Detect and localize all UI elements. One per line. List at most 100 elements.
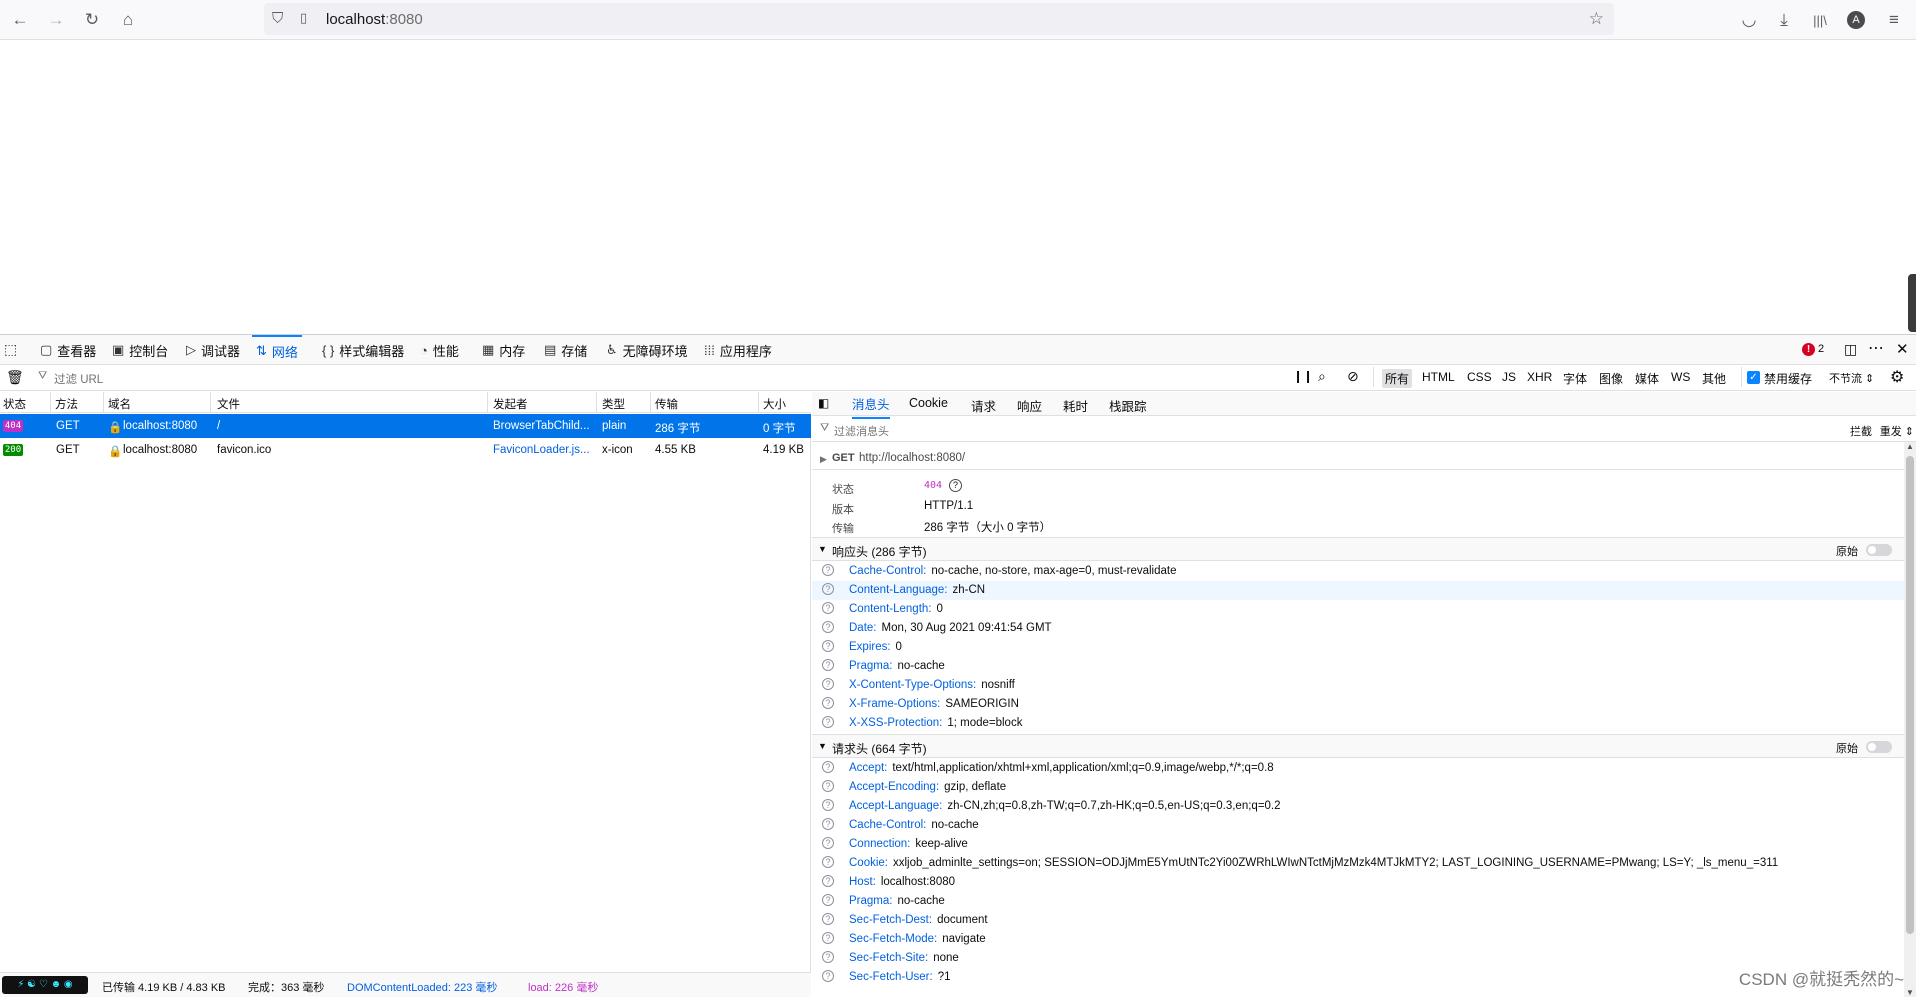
header-value[interactable]: no-cache (897, 895, 944, 907)
column-divider[interactable] (487, 392, 488, 413)
tab-network[interactable]: ⇅ 网络 (252, 335, 302, 365)
header-value[interactable]: no-cache, no-store, max-age=0, must-reva… (931, 565, 1176, 577)
column-type[interactable]: 类型 (602, 396, 625, 412)
page-info-icon[interactable]: ▯ (300, 10, 307, 26)
column-size[interactable]: 大小 (763, 396, 786, 412)
header-row[interactable]: ? Accept: text/html,application/xhtml+xml,… (812, 759, 1904, 778)
help-icon[interactable]: ? (822, 970, 834, 982)
header-row[interactable]: ? Accept-Language: zh-CN,zh;q=0.8,zh-TW;q=… (812, 797, 1904, 816)
forward-arrow-icon[interactable]: → (44, 8, 68, 32)
disable-cache-checkbox[interactable]: ✓ (1747, 371, 1760, 384)
type-filter-images[interactable]: 图像 (1599, 370, 1623, 387)
column-divider[interactable] (596, 392, 597, 413)
header-value[interactable]: gzip, deflate (944, 781, 1006, 793)
header-row[interactable]: ? Content-Length: 0 (812, 600, 1904, 619)
more-icon[interactable]: ⋯ (1868, 338, 1884, 358)
column-domain[interactable]: 域名 (108, 396, 131, 412)
header-row[interactable]: ? Pragma: no-cache (812, 657, 1904, 676)
column-initiator[interactable]: 发起者 (493, 396, 528, 412)
header-value[interactable]: nosniff (981, 679, 1015, 691)
scrollbar-thumb[interactable] (1906, 456, 1914, 934)
column-divider[interactable] (758, 392, 759, 413)
header-row[interactable]: ? Host: localhost:8080 (812, 873, 1904, 892)
help-icon[interactable]: ? (822, 932, 834, 944)
header-row[interactable]: ? Cookie: xxljob_adminlte_settings=on; SES… (812, 854, 1904, 873)
home-icon[interactable]: ⌂ (116, 8, 140, 32)
menu-icon[interactable]: ≡ (1882, 8, 1906, 32)
header-value[interactable]: document (937, 914, 988, 926)
help-icon[interactable]: ? (822, 659, 834, 671)
reload-icon[interactable]: ↻ (80, 8, 104, 32)
details-scrollbar[interactable]: ▲ ▼ (1904, 442, 1916, 997)
header-row[interactable]: ? X-XSS-Protection: 1; mode=block (812, 714, 1904, 733)
tab-performance[interactable]: ◔ 性能 (416, 335, 463, 365)
tab-stack-trace[interactable]: 栈跟踪 (1109, 396, 1147, 415)
header-row[interactable]: ? X-Content-Type-Options: nosniff (812, 676, 1904, 695)
help-icon[interactable]: ? (822, 583, 834, 595)
url-bar[interactable]: ⛉ ▯ localhost:8080 ☆ (264, 3, 1614, 35)
raw-toggle[interactable] (1866, 544, 1892, 556)
column-divider[interactable] (650, 392, 651, 413)
url-filter-input[interactable]: 过滤 URL (54, 371, 103, 387)
header-row[interactable]: ? Pragma: no-cache (812, 892, 1904, 911)
column-divider[interactable] (50, 392, 51, 413)
throttle-select[interactable]: 不节流 ⇕ (1829, 370, 1874, 386)
gear-icon[interactable]: ⚙ (1890, 367, 1904, 387)
type-filter-xhr[interactable]: XHR (1527, 370, 1552, 384)
download-icon[interactable]: ⤓ (1772, 8, 1796, 32)
header-value[interactable]: xxljob_adminlte_settings=on; SESSION=ODJ… (893, 857, 1778, 869)
collapse-arrow-icon[interactable]: ▼ (818, 741, 827, 751)
header-row[interactable]: ? Cache-Control: no-cache (812, 816, 1904, 835)
toggle-sidebar-icon[interactable]: ◧ (818, 396, 829, 410)
trash-icon[interactable]: 🗑 (6, 369, 24, 386)
tab-accessibility[interactable]: ♿ 无障碍环境 (602, 335, 692, 365)
type-filter-all[interactable]: 所有 (1382, 369, 1413, 388)
help-icon[interactable]: ? (822, 875, 834, 887)
tab-cookies[interactable]: Cookie (909, 396, 948, 410)
header-value[interactable]: no-cache (897, 660, 944, 672)
help-icon[interactable]: ? (822, 780, 834, 792)
help-icon[interactable]: ? (822, 818, 834, 830)
header-filter-input[interactable]: 过滤消息头 (834, 423, 889, 439)
request-initiator[interactable]: FaviconLoader.js... (493, 444, 593, 456)
tab-storage[interactable]: ▤ 存储 (540, 335, 591, 365)
header-row[interactable]: ? Content-Language: zh-CN (812, 581, 1904, 600)
block-icon[interactable]: ⊘ (1347, 368, 1359, 385)
block-button[interactable]: 拦截 (1850, 423, 1872, 439)
header-value[interactable]: ?1 (938, 971, 951, 983)
type-filter-html[interactable]: HTML (1422, 370, 1455, 384)
header-value[interactable]: zh-CN,zh;q=0.8,zh-TW;q=0.7,zh-HK;q=0.5,e… (947, 800, 1280, 812)
column-file[interactable]: 文件 (217, 396, 240, 412)
library-icon[interactable]: |||\ (1808, 8, 1832, 32)
help-icon[interactable]: ? (822, 621, 834, 633)
raw-toggle[interactable] (1866, 741, 1892, 753)
type-filter-js[interactable]: JS (1502, 370, 1516, 384)
help-icon[interactable]: ? (822, 716, 834, 728)
header-value[interactable]: navigate (942, 933, 985, 945)
header-row[interactable]: ? Connection: keep-alive (812, 835, 1904, 854)
expand-arrow-icon[interactable]: ▶ (820, 454, 827, 465)
help-icon[interactable]: ? (822, 837, 834, 849)
bookmark-star-icon[interactable]: ☆ (1589, 9, 1604, 29)
header-value[interactable]: localhost:8080 (881, 876, 955, 888)
overlay-icon[interactable]: ⚡ ☯ ♡ ☻ ◉ (2, 976, 88, 994)
request-row[interactable]: 200 GET 🔒 localhost:8080 favicon.ico Fav… (0, 438, 811, 462)
column-transferred[interactable]: 传输 (655, 396, 678, 412)
pocket-icon[interactable]: ◡ (1737, 8, 1761, 32)
header-value[interactable]: keep-alive (915, 838, 967, 850)
header-value[interactable]: 0 (936, 603, 942, 615)
type-filter-ws[interactable]: WS (1671, 370, 1690, 384)
close-icon[interactable]: ✕ (1896, 340, 1909, 358)
header-row[interactable]: ? Date: Mon, 30 Aug 2021 09:41:54 GMT (812, 619, 1904, 638)
scroll-up-icon[interactable]: ▲ (1906, 442, 1914, 451)
pause-icon[interactable]: ❙❙ (1293, 369, 1313, 383)
header-row[interactable]: ? Sec-Fetch-Dest: document (812, 911, 1904, 930)
side-handle[interactable] (1908, 274, 1916, 332)
header-row[interactable]: ? X-Frame-Options: SAMEORIGIN (812, 695, 1904, 714)
tab-inspector[interactable]: ▢ 查看器 (36, 335, 100, 365)
help-icon[interactable]: ? (822, 564, 834, 576)
request-line-url[interactable]: http://localhost:8080/ (859, 452, 965, 464)
header-value[interactable]: text/html,application/xhtml+xml,applicat… (892, 762, 1273, 774)
type-filter-css[interactable]: CSS (1467, 370, 1492, 384)
shield-icon[interactable]: ⛉ (272, 10, 283, 27)
